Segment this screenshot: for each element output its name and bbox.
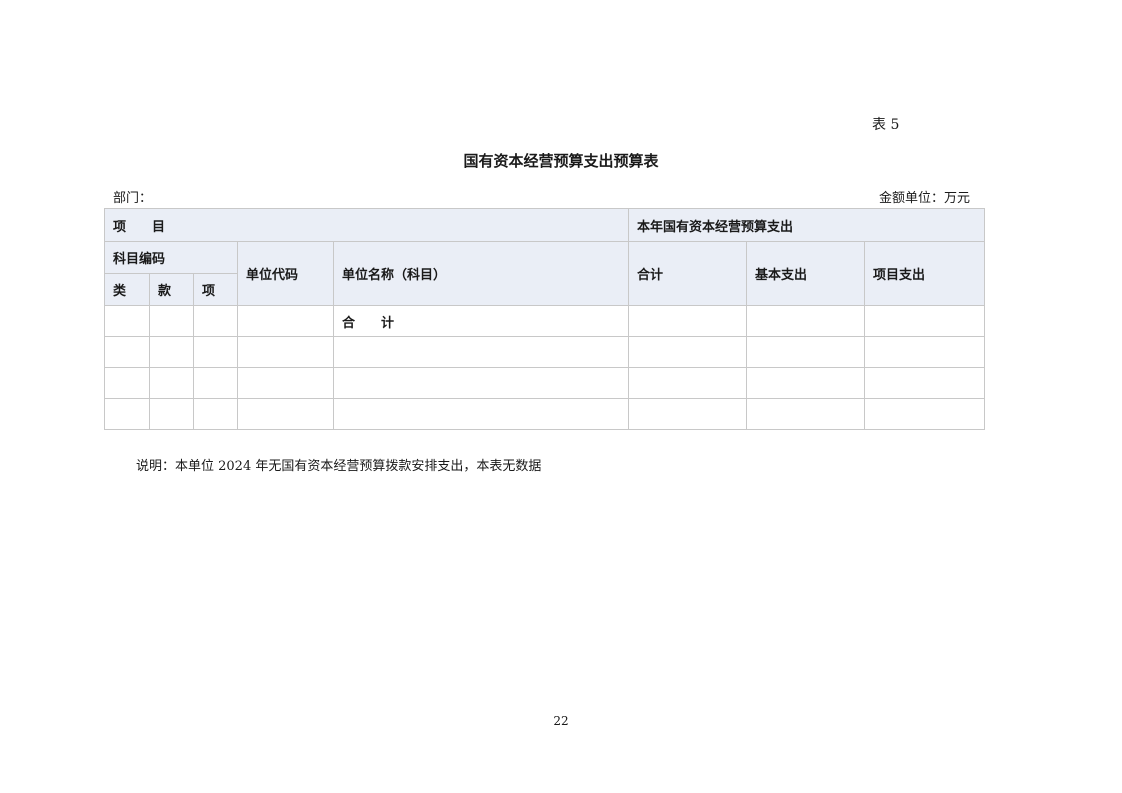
cell-basic — [746, 305, 865, 337]
cell-unit-name — [333, 367, 629, 399]
cell-unit-name — [333, 398, 629, 430]
cell-total — [628, 367, 747, 399]
cell-section — [149, 305, 194, 337]
cell-category — [104, 336, 150, 368]
cell-unit-code — [237, 305, 334, 337]
table-row: 合 计 — [104, 305, 986, 337]
header-total: 合计 — [628, 241, 747, 306]
cell-subitem — [193, 305, 238, 337]
cell-total — [628, 336, 747, 368]
header-project-expenditure: 项目支出 — [863, 241, 986, 306]
cell-total — [628, 398, 747, 430]
cell-category — [104, 398, 150, 430]
cell-project — [863, 367, 986, 399]
cell-unit-name — [333, 336, 629, 368]
cell-basic — [746, 336, 865, 368]
cell-basic — [746, 398, 865, 430]
explanation-note: 说明：本单位 2024 年无国有资本经营预算拨款安排支出，本表无数据 — [136, 459, 542, 474]
header-subitem: 项 — [193, 273, 238, 306]
table-row — [104, 367, 986, 399]
header-unit-code: 单位代码 — [237, 241, 334, 306]
header-unit-name: 单位名称（科目） — [333, 241, 629, 306]
amount-unit-label: 金额单位：万元 — [878, 191, 970, 206]
cell-category — [104, 305, 150, 337]
table-row — [104, 398, 986, 430]
cell-subitem — [193, 367, 238, 399]
page-title: 国有资本经营预算支出预算表 — [463, 152, 659, 170]
cell-unit-code — [237, 367, 334, 399]
header-basic-expenditure: 基本支出 — [746, 241, 865, 306]
header-row-1: 项 目 本年国有资本经营预算支出 — [104, 208, 986, 242]
cell-total — [628, 305, 747, 337]
cell-section — [149, 336, 194, 368]
header-subject-code: 科目编码 — [104, 241, 238, 274]
cell-subitem — [193, 336, 238, 368]
cell-unit-name-total: 合 计 — [333, 305, 629, 337]
header-item: 项 目 — [104, 208, 629, 242]
cell-project — [863, 305, 986, 337]
cell-project — [863, 336, 986, 368]
cell-project — [863, 398, 986, 430]
cell-basic — [746, 367, 865, 399]
page-number: 22 — [553, 714, 569, 728]
header-section: 款 — [149, 273, 194, 306]
department-label: 部门： — [113, 191, 153, 206]
header-category: 类 — [104, 273, 150, 306]
cell-unit-code — [237, 398, 334, 430]
header-row-2: 科目编码 单位代码 单位名称（科目） 合计 基本支出 项目支出 — [104, 241, 986, 306]
table-row — [104, 336, 986, 368]
cell-section — [149, 367, 194, 399]
table-number-label: 表 5 — [872, 117, 900, 133]
budget-table: 项 目 本年国有资本经营预算支出 科目编码 单位代码 单位名称（科目） 合计 基… — [104, 208, 986, 430]
header-current-year-expenditure: 本年国有资本经营预算支出 — [627, 208, 986, 242]
cell-category — [104, 367, 150, 399]
cell-unit-code — [237, 336, 334, 368]
cell-section — [149, 398, 194, 430]
cell-subitem — [193, 398, 238, 430]
